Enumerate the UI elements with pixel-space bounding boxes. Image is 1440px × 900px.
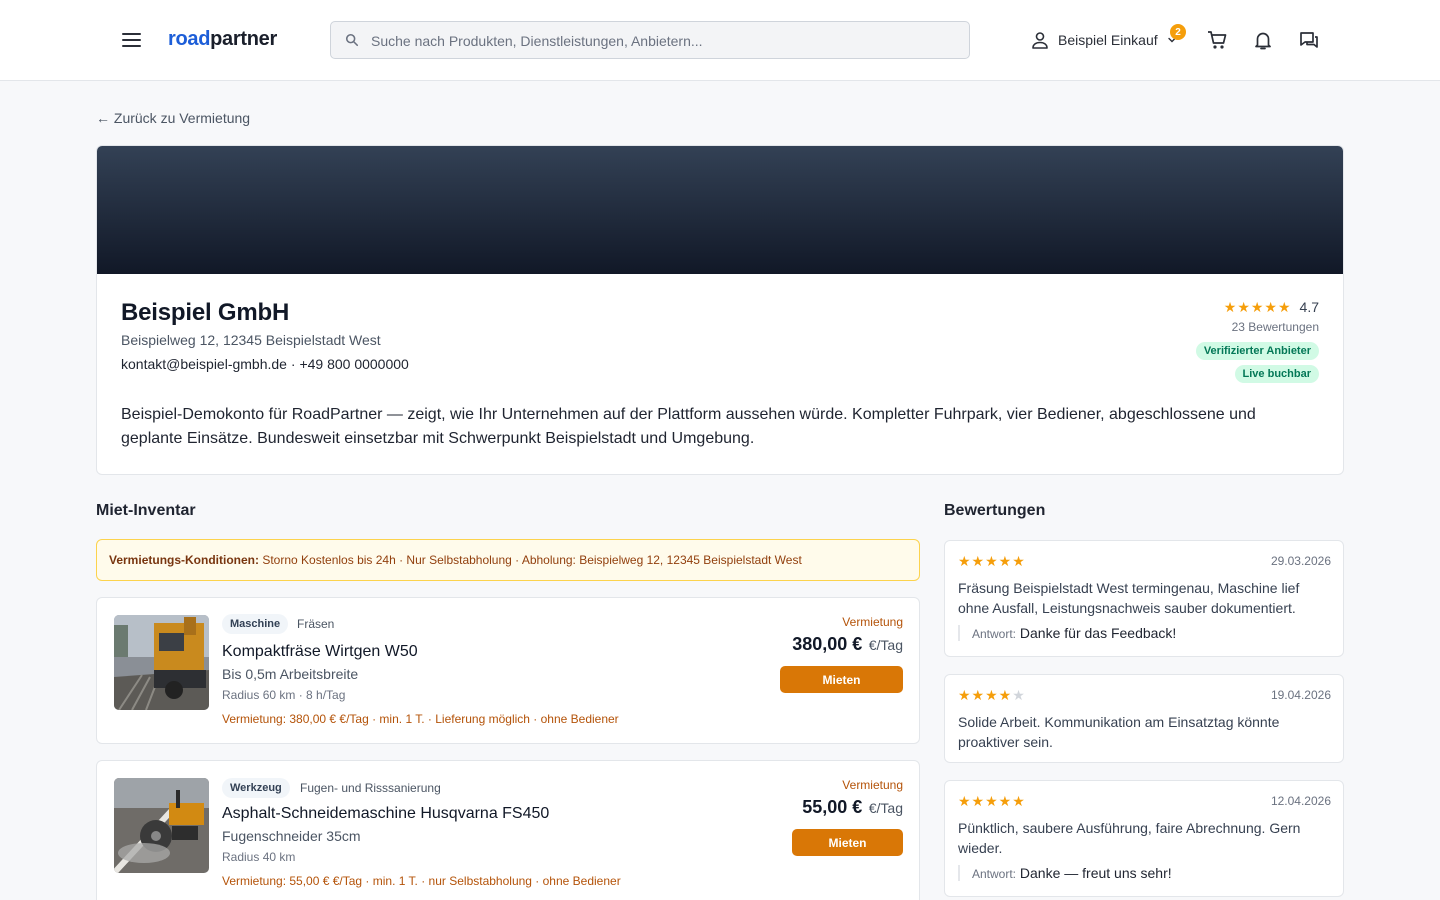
search-input[interactable] (371, 31, 951, 51)
product-category: Fugen- und Risssanierung (300, 781, 441, 795)
reply-text: Danke für das Feedback! (1019, 625, 1177, 641)
rating-count: 23 Bewertungen (1231, 320, 1319, 334)
review-card: ★★★★★ 19.04.2026 Solide Arbeit. Kommunik… (944, 674, 1344, 763)
reply-text: Danke — freut uns sehr! (1019, 865, 1172, 881)
price-amount: 55,00 € (802, 797, 863, 817)
product-meta: Radius 40 km (222, 850, 296, 864)
bell-icon[interactable] (1252, 29, 1274, 51)
rent-button[interactable]: Mieten (792, 829, 903, 856)
review-date: 29.03.2026 (1270, 554, 1331, 568)
product-subtitle: Fugenschneider 35cm (222, 828, 361, 844)
price-unit: €/Tag (868, 800, 903, 816)
review-stars-filled: ★★★★★ (958, 793, 1026, 809)
review-stars: ★★★★★ (958, 553, 1026, 570)
product-meta: Radius 60 km · 8 h/Tag (222, 688, 346, 702)
review-stars-filled: ★★★★★ (958, 553, 1026, 569)
rating-summary: ★★★★★ 4.7 23 Bewertungen Verifizierter An… (1195, 299, 1319, 383)
reply-label: Antwort: (972, 627, 1017, 641)
search-icon (345, 33, 359, 47)
phone-link[interactable]: +49 800 0000000 (299, 356, 408, 372)
review-text: Solide Arbeit. Kommunikation am Einsatzt… (958, 714, 1280, 750)
product-offer-type: Vermietung (842, 615, 903, 629)
product-card[interactable]: Maschine Fräsen Kompaktfräse Wirtgen W50… (96, 597, 920, 744)
review-reply: Antwort: Danke — freut uns sehr! (958, 865, 1330, 881)
rating-stars: ★★★★★ (1223, 299, 1292, 315)
notification-count-badge: 2 (1170, 24, 1186, 40)
review-stars: ★★★★★ (958, 687, 1026, 704)
user-icon (1032, 32, 1048, 49)
profile-banner (97, 146, 1343, 274)
search-bar (330, 21, 970, 59)
reviews-title: Bewertungen (944, 502, 1046, 519)
live-bookable-badge: Live buchbar (1234, 365, 1319, 383)
product-rental-terms: Vermietung: 55,00 € €/Tag · min. 1 T. · … (222, 874, 621, 888)
product-type-tag: Werkzeug (222, 778, 290, 798)
logo-text-partner: partner (210, 28, 277, 50)
rent-button[interactable]: Mieten (780, 666, 903, 693)
logo-text-road: road (168, 28, 211, 50)
conditions-text: Storno Kostenlos bis 24h · Nur Selbstabh… (262, 553, 802, 567)
company-description: Beispiel-Demokonto für RoadPartner — zei… (121, 406, 1256, 447)
product-rental-terms: Vermietung: 380,00 € €/Tag · min. 1 T. ·… (222, 712, 619, 726)
review-stars-empty: ★ (1012, 687, 1026, 703)
user-name: Beispiel Einkauf (1058, 32, 1158, 48)
cart-icon[interactable] (1206, 29, 1228, 51)
email-link[interactable]: kontakt@beispiel-gmbh.de (121, 356, 287, 372)
review-card: ★★★★★ 12.04.2026 Pünktlich, saubere Ausf… (944, 780, 1344, 897)
product-card[interactable]: Werkzeug Fugen- und Risssanierung Asphal… (96, 760, 920, 900)
review-stars-filled: ★★★★ (958, 687, 1013, 703)
contact-separator: · (286, 356, 300, 372)
menu-icon[interactable] (120, 28, 144, 52)
product-type-tag: Maschine (222, 614, 289, 634)
product-title[interactable]: Kompaktfräse Wirtgen W50 (222, 643, 418, 661)
review-date: 12.04.2026 (1270, 794, 1331, 808)
price-amount: 380,00 € (792, 634, 863, 654)
inventory-title: Miet-Inventar (96, 502, 196, 519)
company-name: Beispiel GmbH (121, 299, 290, 326)
top-navigation-bar: roadpartner Beispiel Einkauf 2 (0, 0, 1440, 81)
product-subtitle: Bis 0,5m Arbeitsbreite (222, 666, 359, 682)
product-price: 55,00 € €/Tag (802, 797, 903, 818)
review-text: Fräsung Beispielstadt West termingenau, … (958, 580, 1300, 616)
product-image (114, 778, 209, 873)
back-link[interactable]: ← Zurück zu Vermietung (96, 110, 250, 126)
verified-badge: Verifizierter Anbieter (1195, 342, 1319, 360)
review-text: Pünktlich, saubere Ausführung, faire Abr… (958, 820, 1301, 856)
review-stars: ★★★★★ (958, 793, 1026, 810)
company-address: Beispielweg 12, 12345 Beispielstadt West (121, 332, 381, 348)
reply-label: Antwort: (972, 867, 1017, 881)
review-date: 19.04.2026 (1270, 688, 1331, 702)
conditions-label: Vermietungs-Konditionen: (109, 553, 259, 567)
product-category: Fräsen (297, 617, 335, 631)
rating-value: 4.7 (1299, 299, 1319, 315)
review-reply: Antwort: Danke für das Feedback! (958, 625, 1330, 641)
logo[interactable]: roadpartner (168, 28, 277, 51)
product-title[interactable]: Asphalt-Schneidemaschine Husqvarna FS450 (222, 805, 549, 823)
product-image (114, 615, 209, 710)
user-menu[interactable]: Beispiel Einkauf 2 (1030, 24, 1186, 51)
company-contact: kontakt@beispiel-gmbh.de · +49 800 00000… (121, 356, 409, 372)
product-price: 380,00 € €/Tag (792, 634, 903, 655)
product-offer-type: Vermietung (842, 778, 903, 792)
rental-conditions-notice: Vermietungs-Konditionen: Storno Kostenlo… (96, 539, 920, 581)
chat-icon[interactable] (1298, 29, 1320, 51)
provider-profile-card: Beispiel GmbH Beispielweg 12, 12345 Beis… (96, 145, 1344, 475)
price-unit: €/Tag (868, 637, 903, 653)
review-card: ★★★★★ 29.03.2026 Fräsung Beispielstadt W… (944, 540, 1344, 657)
